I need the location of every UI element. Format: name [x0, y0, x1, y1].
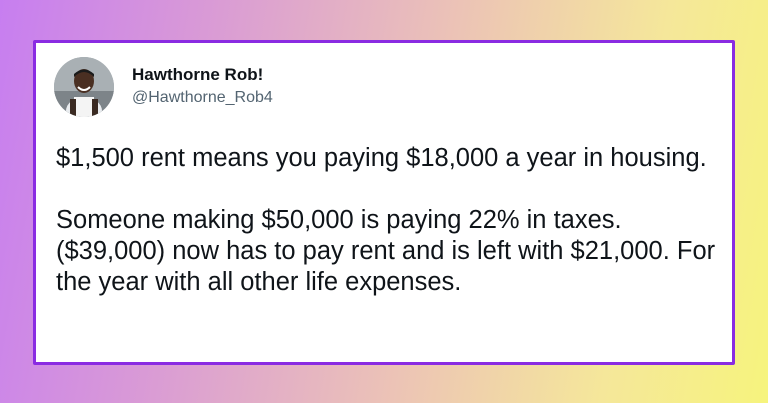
tweet-paragraph-1: $1,500 rent means you paying $18,000 a y…	[56, 144, 707, 172]
tweet-text: $1,500 rent means you paying $18,000 a y…	[56, 143, 726, 298]
avatar[interactable]	[54, 57, 114, 117]
profile-photo-icon	[54, 57, 114, 117]
author-handle[interactable]: @Hawthorne_Rob4	[132, 89, 273, 107]
tweet-card: Hawthorne Rob! @Hawthorne_Rob4 $1,500 re…	[33, 40, 735, 365]
author-name[interactable]: Hawthorne Rob!	[132, 65, 263, 85]
tweet-paragraph-2: Someone making $50,000 is paying 22% in …	[56, 206, 716, 296]
